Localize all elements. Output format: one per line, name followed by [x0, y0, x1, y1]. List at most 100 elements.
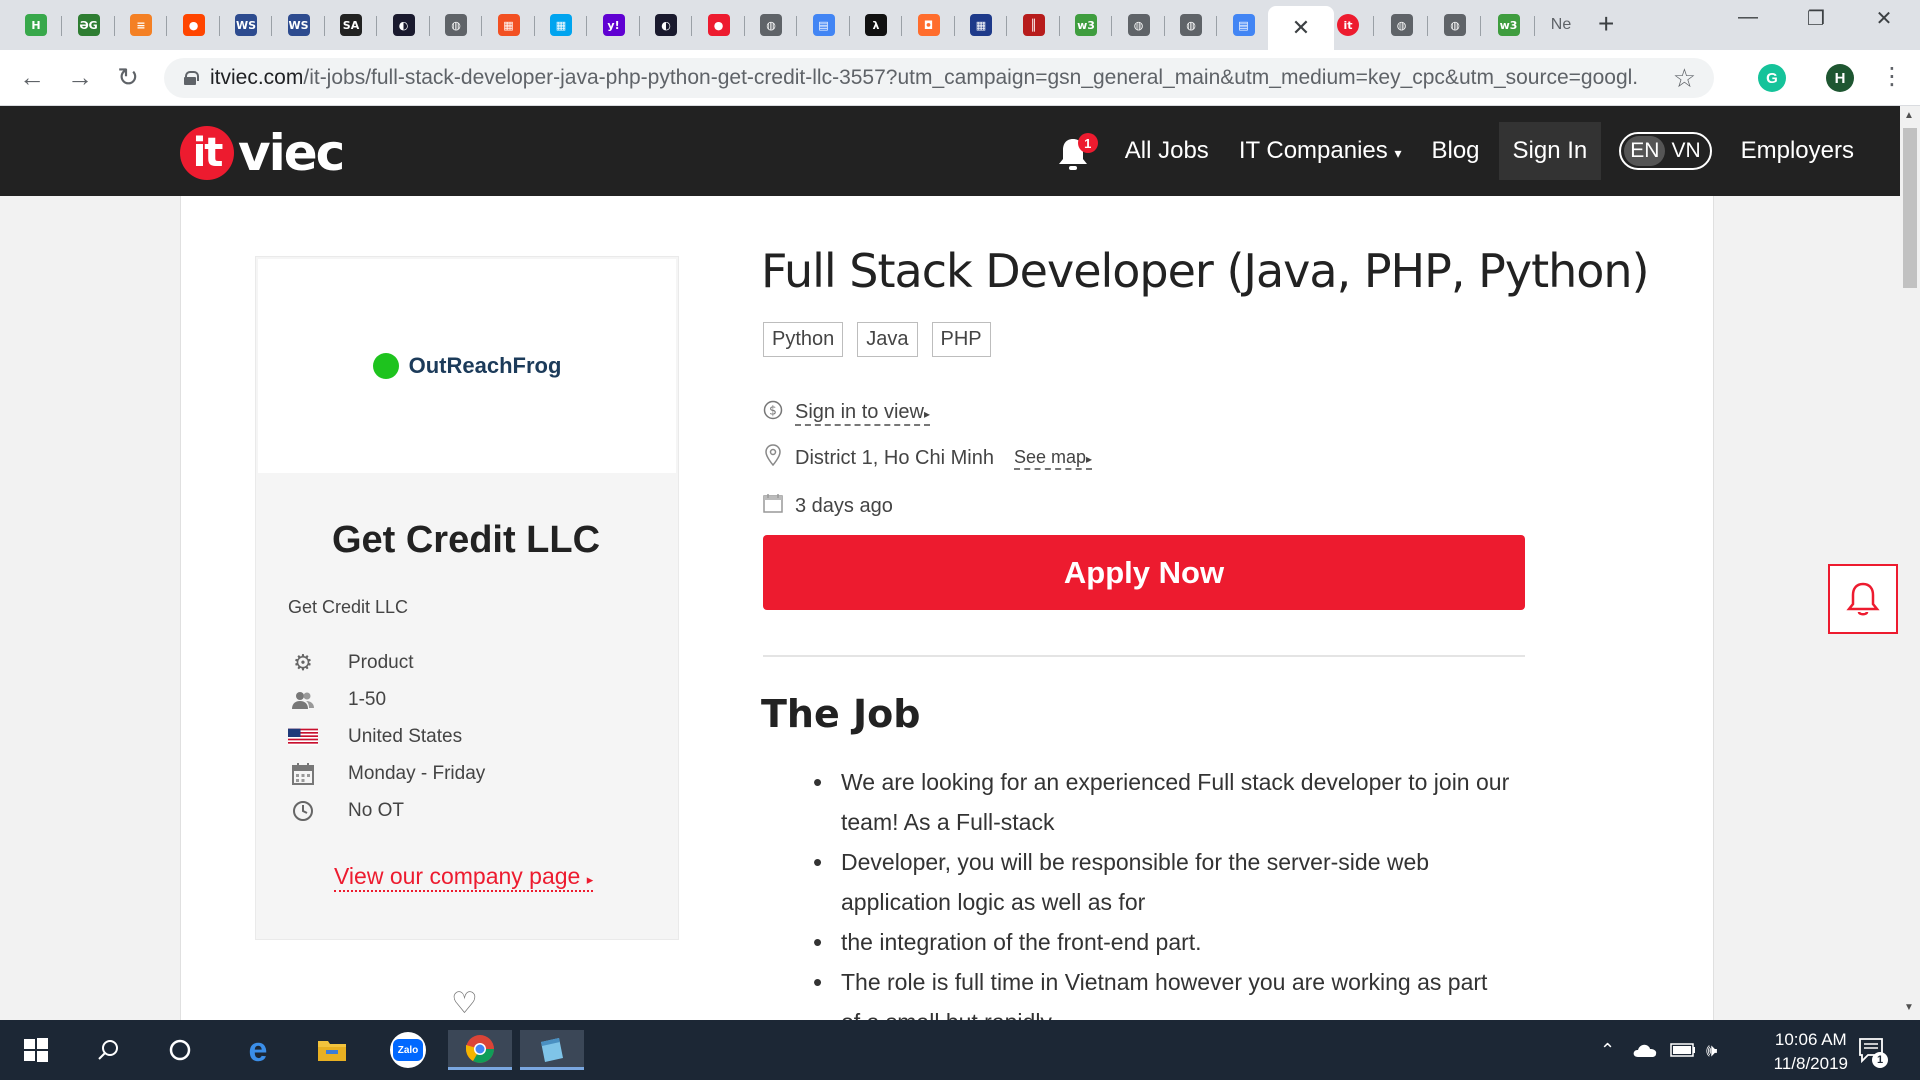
skill-tag[interactable]: Java: [857, 322, 918, 357]
company-logo[interactable]: OutReachFrog: [258, 259, 676, 473]
battery-icon[interactable]: [1670, 1020, 1696, 1080]
browser-tab[interactable]: y!: [588, 8, 640, 42]
job-alert-button[interactable]: [1828, 564, 1898, 634]
view-company-page-link[interactable]: View our company page ▸: [334, 863, 594, 892]
windows-start-icon[interactable]: [14, 1030, 58, 1070]
browser-tab[interactable]: ▤: [798, 8, 850, 42]
browser-tab[interactable]: ◘: [903, 8, 955, 42]
nav-all-jobs[interactable]: All Jobs: [1110, 137, 1224, 165]
browser-tab[interactable]: ƏG: [63, 8, 115, 42]
browser-tab[interactable]: ◍: [745, 8, 797, 42]
close-window-button[interactable]: ✕: [1864, 6, 1904, 31]
tab-separator: [796, 16, 797, 36]
chrome-taskbar-icon[interactable]: [448, 1030, 512, 1070]
new-tab-button[interactable]: +: [1598, 10, 1614, 38]
w3c-icon: w3: [1075, 14, 1097, 36]
nav-employers[interactable]: Employers: [1726, 137, 1900, 165]
lang-vn[interactable]: VN: [1665, 136, 1706, 166]
browser-tab[interactable]: ●: [693, 8, 745, 42]
notification-bell[interactable]: 1: [1056, 131, 1102, 171]
browser-tab[interactable]: ◍: [1376, 8, 1428, 42]
tab-active-itviec[interactable]: ✕: [1268, 6, 1334, 50]
action-center-icon[interactable]: 1: [1858, 1020, 1888, 1080]
salary-label: Sign in to view: [795, 400, 924, 423]
browser-tab[interactable]: ●: [168, 8, 220, 42]
grammarly-extension-icon[interactable]: G: [1758, 64, 1786, 92]
see-map-link[interactable]: See map▸: [1013, 447, 1093, 470]
list-item: We are looking for an experienced Full s…: [801, 762, 1531, 842]
tab-separator: [218, 16, 220, 36]
nav-sign-in[interactable]: Sign In: [1498, 122, 1602, 180]
bookmark-star-icon[interactable]: ☆: [1673, 63, 1696, 94]
yahoo-icon: y!: [602, 14, 625, 36]
company-logo-text: OutReachFrog: [408, 353, 562, 378]
address-bar[interactable]: itviec.com/it-jobs/full-stack-developer-…: [164, 58, 1714, 98]
browser-tab[interactable]: ▦: [955, 8, 1007, 42]
notepad-icon[interactable]: [520, 1030, 584, 1070]
scroll-up-icon[interactable]: ▲: [1904, 110, 1914, 121]
browser-tab[interactable]: ◍: [1113, 8, 1165, 42]
forward-button[interactable]: →: [62, 62, 98, 92]
red-badge-icon: ●: [707, 14, 730, 36]
browser-tab[interactable]: ▦: [483, 8, 535, 42]
scroll-thumb[interactable]: [1903, 128, 1917, 288]
profile-avatar[interactable]: H: [1826, 64, 1854, 92]
tab-new-partial[interactable]: Ne: [1536, 8, 1586, 42]
reload-button[interactable]: ↻: [110, 62, 146, 92]
edge-icon[interactable]: e: [236, 1030, 280, 1070]
browser-tab[interactable]: w3: [1060, 8, 1112, 42]
nav-it-companies[interactable]: IT Companies ▾: [1224, 137, 1417, 165]
scroll-down-icon[interactable]: ▼: [1904, 1002, 1914, 1013]
browser-tab[interactable]: ◍: [430, 8, 482, 42]
tab-separator: [1216, 16, 1217, 36]
back-button[interactable]: ←: [14, 62, 50, 92]
browser-tab[interactable]: WS: [220, 8, 272, 42]
volume-icon[interactable]: 🕪: [1706, 1020, 1717, 1080]
page-scrollbar[interactable]: ▲ ▼: [1900, 106, 1920, 1020]
browser-tab[interactable]: ◐: [640, 8, 692, 42]
browser-tab[interactable]: ║: [1008, 8, 1060, 42]
browser-tab[interactable]: SA: [325, 8, 377, 42]
close-tab-icon[interactable]: ✕: [1292, 15, 1310, 41]
apply-now-button[interactable]: Apply Now: [763, 535, 1525, 610]
browser-tab[interactable]: ◍: [1429, 8, 1481, 42]
browser-tab[interactable]: H: [10, 8, 62, 42]
sign-in-to-view-link[interactable]: Sign in to view▸: [795, 401, 930, 426]
job-description-list: We are looking for an experienced Full s…: [801, 762, 1531, 1020]
browser-tab[interactable]: WS: [273, 8, 325, 42]
language-toggle[interactable]: EN VN: [1619, 132, 1712, 170]
browser-tab[interactable]: ◐: [378, 8, 430, 42]
lang-en[interactable]: EN: [1624, 136, 1666, 166]
heart-icon[interactable]: ♡: [451, 986, 478, 1020]
system-clock[interactable]: 10:06 AM 11/8/2019: [1774, 1028, 1848, 1076]
nav-blog[interactable]: Blog: [1416, 137, 1494, 165]
company-attr-country: United States: [288, 723, 462, 751]
chrome-menu-icon[interactable]: ⋮: [1880, 62, 1904, 92]
tab-separator: [61, 16, 62, 36]
browser-tab[interactable]: ▦: [535, 8, 587, 42]
itviec-logo[interactable]: it viec: [180, 124, 345, 182]
browser-tab[interactable]: w3: [1483, 8, 1535, 42]
attr-label: Product: [348, 652, 414, 673]
browser-tab[interactable]: λ: [850, 8, 902, 42]
minimize-button[interactable]: —: [1728, 6, 1768, 29]
restore-button[interactable]: ❐: [1796, 6, 1836, 31]
bars-icon: ║: [1022, 14, 1045, 36]
lock-icon[interactable]: [184, 71, 199, 85]
oval-logo-icon: ◐: [655, 14, 677, 36]
skill-tag[interactable]: PHP: [931, 322, 991, 357]
search-icon[interactable]: [86, 1030, 130, 1070]
skill-tag[interactable]: Python: [763, 322, 844, 357]
job-title: Full Stack Developer (Java, PHP, Python): [761, 244, 1650, 298]
map-pin-icon: [763, 444, 783, 472]
url-path: /it-jobs/full-stack-developer-java-php-p…: [303, 66, 1640, 89]
tray-up-chevron-icon[interactable]: ⌃: [1600, 1020, 1615, 1080]
zalo-icon[interactable]: Zalo: [386, 1030, 430, 1070]
browser-tab[interactable]: ≡: [115, 8, 167, 42]
cortana-icon[interactable]: [158, 1030, 202, 1070]
url-text[interactable]: itviec.com/it-jobs/full-stack-developer-…: [210, 66, 1640, 90]
onedrive-icon[interactable]: [1632, 1020, 1658, 1080]
browser-tab[interactable]: ◍: [1165, 8, 1217, 42]
browser-tab[interactable]: ▤: [1218, 8, 1270, 42]
file-explorer-icon[interactable]: [310, 1030, 354, 1070]
